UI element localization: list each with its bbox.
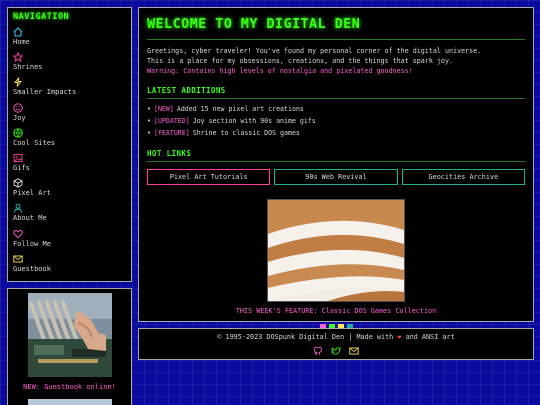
update-tag: [NEW]	[153, 105, 174, 113]
update-text: Joy section with 90s anime gifs	[192, 117, 316, 125]
sidebar-item-follow-me[interactable]: Follow Me	[13, 229, 126, 254]
sidebar-item-about-me[interactable]: About Me	[13, 203, 126, 228]
update-tag: [UPDATED]	[153, 117, 190, 125]
heart-icon	[13, 229, 23, 239]
bullet: •	[147, 129, 151, 137]
footer: © 1995-2023 DOSpunk Digital Den | Made w…	[138, 328, 534, 360]
github-icon[interactable]	[313, 346, 323, 356]
sidebar-item-home[interactable]: Home	[13, 27, 126, 52]
sidebar-item-label: About Me	[13, 214, 47, 223]
navigation-title: NAVIGATION	[13, 12, 70, 22]
page-title: WELCOME TO MY DIGITAL DEN	[147, 16, 525, 40]
sidebar-item-joy[interactable]: Joy	[13, 102, 126, 128]
sidebar-item-label: Guestbook	[13, 264, 51, 273]
link-90s-web-revival[interactable]: 90s Web Revival	[274, 169, 398, 185]
latest-additions-heading: LATEST ADDITIONS	[147, 86, 525, 99]
hot-links: Pixel Art Tutorials 90s Web Revival Geoc…	[147, 169, 525, 185]
nostalgia-warning: Warning: Contains high levels of nostalg…	[147, 67, 413, 75]
sidebar-item-shrines[interactable]: Shrines	[13, 52, 126, 77]
guestbook-announcement: NEW: Guestbook online!	[23, 383, 116, 391]
sidebar-item-label: Joy	[13, 113, 26, 122]
copyright-prefix: © 1995-2023 DOSpunk Digital Den | Made w…	[217, 333, 394, 341]
guestbook-promo-box: NEW: Guestbook online!	[7, 288, 132, 405]
home-icon	[13, 27, 23, 37]
cube-icon	[13, 178, 23, 188]
update-text: Shrine to classic DOS games	[192, 129, 300, 137]
mail-icon[interactable]	[349, 346, 359, 356]
secondary-photo	[27, 399, 112, 405]
twitter-icon[interactable]	[331, 346, 341, 356]
sidebar-item-guestbook[interactable]: Guestbook	[13, 254, 126, 279]
link-pixel-art-tutorials[interactable]: Pixel Art Tutorials	[147, 169, 271, 185]
copyright-text: © 1995-2023 DOSpunk Digital Den | Made w…	[147, 333, 525, 341]
star-icon	[13, 52, 23, 63]
sidebar-item-label: Smaller Impacts	[13, 88, 77, 97]
update-text: Added 15 new pixel art creations	[176, 105, 304, 113]
bullet: •	[147, 105, 151, 113]
list-item: • [UPDATED] Joy section with 90s anime gif…	[147, 115, 525, 127]
link-geocities-archive[interactable]: Geocities Archive	[401, 169, 525, 185]
hardware-photo	[27, 293, 112, 377]
list-item: • [FEATURE] Shrine to classic DOS games	[147, 127, 525, 139]
bullet: •	[147, 117, 151, 125]
feature-image[interactable]	[267, 199, 405, 302]
user-icon	[13, 203, 23, 213]
sidebar-item-smaller-impacts[interactable]: Smaller Impacts	[13, 77, 126, 102]
smile-icon	[13, 102, 23, 113]
sidebar-item-label: Gifs	[13, 163, 30, 172]
sidebar-navigation: NAVIGATION Home Shrines Smaller Impacts …	[7, 7, 132, 282]
social-icons	[147, 346, 525, 356]
intro-text: Greetings, cyber traveler! You've found …	[147, 46, 525, 66]
sidebar-item-cool-sites[interactable]: Cool Sites	[13, 128, 126, 153]
sidebar-item-label: Cool Sites	[13, 138, 56, 147]
sidebar-item-label: Pixel Art	[13, 189, 51, 198]
intro-line: This is a place for my obsessions, creat…	[147, 57, 453, 65]
latest-additions-list: • [NEW] Added 15 new pixel art creations •…	[147, 103, 525, 139]
update-tag: [FEATURE]	[153, 129, 190, 137]
mail-icon	[13, 254, 23, 264]
feature-caption: THIS WEEK'S FEATURE: Classic DOS Games C…	[235, 307, 437, 315]
main-content: WELCOME TO MY DIGITAL DEN Greetings, cyb…	[138, 7, 534, 330]
sidebar-item-label: Shrines	[13, 63, 43, 72]
sidebar-item-gifs[interactable]: Gifs	[13, 153, 126, 178]
globe-icon	[13, 128, 23, 138]
sidebar-item-pixel-art[interactable]: Pixel Art	[13, 178, 126, 203]
heart-glyph: ❤	[397, 333, 402, 341]
copyright-suffix: and ANSI art	[405, 333, 455, 341]
list-item: • [NEW] Added 15 new pixel art creations	[147, 103, 525, 115]
sidebar-item-label: Follow Me	[13, 239, 51, 248]
intro-line: Greetings, cyber traveler! You've found …	[147, 47, 482, 55]
sidebar-item-label: Home	[13, 38, 30, 46]
hot-links-heading: HOT LINKS	[147, 149, 525, 162]
lightning-icon	[13, 77, 23, 88]
image-icon	[13, 153, 23, 163]
